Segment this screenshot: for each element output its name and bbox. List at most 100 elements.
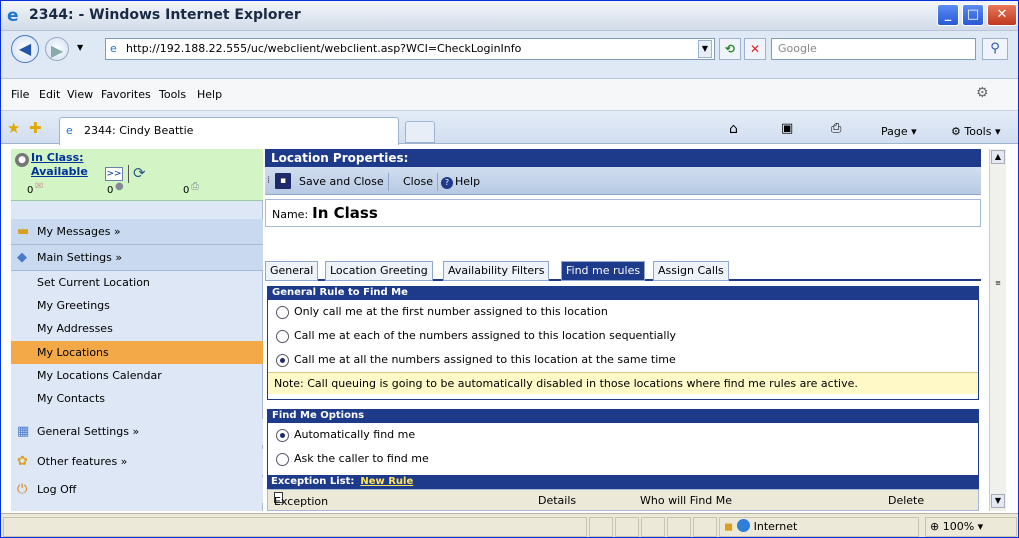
menu-favorites[interactable]: Favorites bbox=[101, 88, 151, 101]
history-dropdown-icon[interactable]: ▼ bbox=[77, 43, 83, 52]
scroll-grip-icon: ≡ bbox=[995, 279, 1001, 287]
home-icon[interactable]: ⌂ bbox=[729, 121, 738, 137]
fax-icon[interactable]: ⎙ bbox=[191, 181, 199, 192]
new-tab-button[interactable] bbox=[405, 121, 435, 143]
availability-link[interactable]: Available bbox=[31, 165, 88, 178]
general-settings-icon: ▦ bbox=[17, 424, 30, 439]
option-auto-find[interactable]: Automatically find me bbox=[268, 423, 978, 447]
tab-assign-calls[interactable]: Assign Calls bbox=[653, 261, 729, 281]
fax-count: 0 bbox=[183, 185, 190, 196]
tools-menu-label: Tools bbox=[964, 125, 992, 138]
name-label: Name: bbox=[272, 208, 309, 221]
menu-tools[interactable]: Tools bbox=[159, 88, 186, 101]
general-rule-header: General Rule to Find Me bbox=[268, 286, 978, 300]
zoom-label: 100% bbox=[942, 520, 975, 533]
col-exception-rules-label: Exception Rules bbox=[274, 495, 329, 508]
tools-menu[interactable]: ⚙ Tools ▾ bbox=[951, 125, 1001, 138]
rule-option-simultaneous[interactable]: Call me at all the numbers assigned to t… bbox=[268, 348, 978, 372]
zoom-icon: ⊕ bbox=[930, 520, 940, 533]
feeds-icon[interactable]: ▣ bbox=[781, 121, 793, 136]
col-details[interactable]: Details bbox=[538, 491, 576, 511]
menu-file[interactable]: File bbox=[11, 88, 29, 101]
tab-page-icon: e bbox=[66, 124, 73, 137]
menu-edit[interactable]: Edit bbox=[39, 88, 60, 101]
log-off-header[interactable]: ⏻ Log Off bbox=[11, 477, 263, 503]
sidebar-item-set-current-location[interactable]: Set Current Location bbox=[11, 271, 263, 294]
search-icon[interactable]: ⚲ bbox=[982, 38, 1008, 60]
expand-status-button[interactable]: >> bbox=[105, 167, 123, 181]
my-messages-header[interactable]: ▬ My Messages » bbox=[11, 219, 263, 245]
sidebar-item-my-greetings[interactable]: My Greetings bbox=[11, 294, 263, 317]
radio-ask-caller[interactable] bbox=[276, 453, 289, 466]
print-icon[interactable]: ⎙ bbox=[831, 121, 841, 136]
status-text bbox=[3, 517, 587, 537]
main-settings-label: Main Settings » bbox=[37, 251, 123, 264]
other-features-header[interactable]: ✿ Other features » bbox=[11, 449, 263, 475]
page-menu[interactable]: Page ▾ bbox=[881, 125, 917, 138]
menu-view[interactable]: View bbox=[67, 88, 93, 101]
close-button[interactable]: Close bbox=[399, 173, 438, 191]
protected-mode-icon: ◼ bbox=[724, 520, 734, 533]
close-window-button[interactable]: ✕ bbox=[987, 4, 1017, 26]
save-icon[interactable]: ▪ bbox=[275, 173, 291, 189]
location-properties-panel: Location Properties: ⁞ ▪ Save and Close … bbox=[265, 149, 981, 511]
address-dropdown-icon[interactable]: ▼ bbox=[698, 40, 712, 58]
sidebar-item-my-locations[interactable]: My Locations bbox=[11, 341, 263, 364]
vertical-scrollbar[interactable]: ▲ ≡ ▼ bbox=[989, 149, 1006, 511]
panel-toolbar: ⁞ ▪ Save and Close Close ? Help bbox=[265, 167, 981, 195]
find-me-options-header: Find Me Options bbox=[268, 409, 978, 423]
general-settings-header[interactable]: ▦ General Settings » bbox=[11, 419, 263, 445]
radio-first[interactable] bbox=[276, 306, 289, 319]
auto-find-label: Automatically find me bbox=[294, 428, 416, 441]
find-me-options-section: Find Me Options Automatically find me As… bbox=[267, 409, 979, 475]
other-features-icon: ✿ bbox=[17, 454, 28, 469]
main-settings-header[interactable]: ◆ Main Settings » bbox=[11, 245, 263, 271]
tab-find-me-rules[interactable]: Find me rules bbox=[561, 261, 646, 281]
favorites-star-icon[interactable]: ★ bbox=[7, 119, 20, 137]
col-delete[interactable]: Delete bbox=[888, 491, 924, 511]
forward-button[interactable]: ▶ bbox=[45, 37, 69, 61]
tab-availability-filters[interactable]: Availability Filters bbox=[443, 261, 550, 281]
page-menu-label: Page bbox=[881, 125, 908, 138]
url-input[interactable]: e http://192.188.22.555/uc/webclient/web… bbox=[105, 38, 715, 60]
back-button[interactable]: ◀ bbox=[11, 35, 39, 63]
help-button[interactable]: ? Help bbox=[437, 173, 484, 191]
zoom-control[interactable]: ⊕ 100% ▾ bbox=[925, 517, 1017, 537]
refresh-status-icon[interactable]: ⟳ bbox=[133, 164, 146, 182]
radio-auto-find[interactable] bbox=[276, 429, 289, 442]
location-link[interactable]: In Class: bbox=[31, 151, 84, 164]
log-off-icon: ⏻ bbox=[17, 482, 28, 497]
new-rule-link[interactable]: New Rule bbox=[360, 476, 413, 487]
scroll-down-icon[interactable]: ▼ bbox=[991, 494, 1005, 508]
title-bar: e 2344: - Windows Internet Explorer _ □ … bbox=[1, 1, 1018, 31]
tab-bar: ★ ✚ e 2344: Cindy Beattie ⌂ ▣ ⎙ Page ▾ ⚙… bbox=[1, 111, 1018, 145]
scroll-up-icon[interactable]: ▲ bbox=[991, 150, 1005, 164]
url-text: http://192.188.22.555/uc/webclient/webcl… bbox=[126, 42, 522, 55]
rule-option-sequential[interactable]: Call me at each of the numbers assigned … bbox=[268, 324, 978, 348]
address-bar: ◀ ▶ ▼ e http://192.188.22.555/uc/webclie… bbox=[1, 31, 1018, 79]
rule-option-first[interactable]: Only call me at the first number assigne… bbox=[268, 300, 978, 324]
minimize-button[interactable]: _ bbox=[937, 4, 959, 26]
refresh-button[interactable]: ⟲ bbox=[719, 38, 741, 60]
tab-general[interactable]: General bbox=[265, 261, 319, 281]
security-zone[interactable]: ◼ Internet bbox=[719, 517, 919, 537]
menu-help[interactable]: Help bbox=[197, 88, 222, 101]
add-favorite-icon[interactable]: ✚ bbox=[29, 119, 42, 137]
save-and-close-button[interactable]: Save and Close bbox=[295, 173, 389, 191]
sidebar-item-my-contacts[interactable]: My Contacts bbox=[11, 387, 263, 410]
voicemail-icon[interactable]: ● bbox=[115, 181, 124, 192]
browser-tab[interactable]: e 2344: Cindy Beattie bbox=[59, 117, 399, 145]
sidebar-item-my-locations-calendar[interactable]: My Locations Calendar bbox=[11, 364, 263, 387]
option-ask-caller[interactable]: Ask the caller to find me bbox=[268, 447, 978, 471]
tab-location-greeting[interactable]: Location Greeting bbox=[325, 261, 433, 281]
radio-simultaneous[interactable] bbox=[276, 354, 289, 367]
page-link-icon[interactable]: ⚙ bbox=[976, 85, 989, 101]
radio-sequential[interactable] bbox=[276, 330, 289, 343]
status-bar: ◼ Internet ⊕ 100% ▾ bbox=[1, 513, 1018, 537]
col-who-will-find-me[interactable]: Who will Find Me bbox=[640, 491, 732, 511]
search-input[interactable]: Google bbox=[771, 38, 976, 60]
stop-button[interactable]: ✕ bbox=[744, 38, 766, 60]
email-icon[interactable]: ✉ bbox=[35, 181, 43, 192]
sidebar-item-my-addresses[interactable]: My Addresses bbox=[11, 317, 263, 340]
maximize-button[interactable]: □ bbox=[962, 4, 984, 26]
